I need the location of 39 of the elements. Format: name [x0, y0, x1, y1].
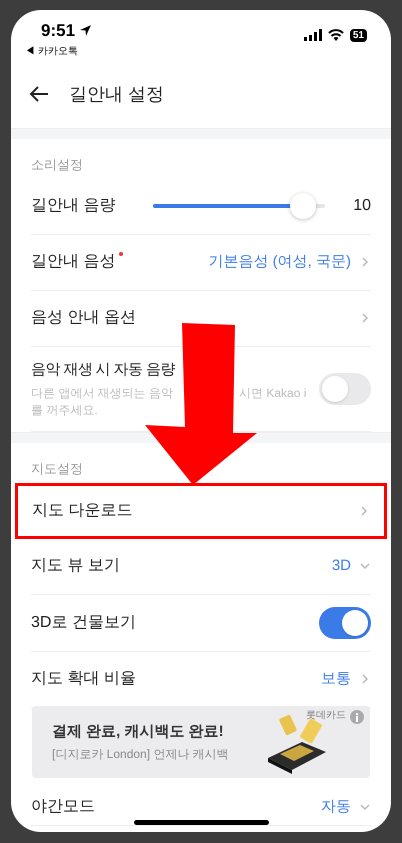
section-header: 지도설정 — [31, 460, 84, 478]
slider-thumb[interactable] — [290, 193, 316, 219]
setting-label: 지도 뷰 보기 — [31, 556, 120, 576]
ad-banner[interactable]: 결제 완료, 캐시백도 완료! [디지로카 London] 언제나 캐시백 롯데카드 — [32, 706, 370, 778]
setting-row[interactable]: 지도 다운로드 — [15, 482, 387, 538]
setting-label: 음성 안내 옵션 — [31, 308, 136, 328]
toggle-switch[interactable] — [319, 372, 371, 405]
setting-label: 지도 확대 비율 — [31, 669, 136, 689]
signal-icon — [304, 29, 322, 41]
battery-indicator: 51 — [350, 28, 367, 42]
setting-label: 3D로 건물보기 — [31, 612, 137, 632]
setting-label: 길안내 음량 — [31, 197, 116, 214]
back-arrow-icon[interactable] — [29, 85, 49, 103]
setting-label: 길안내 음성 — [31, 252, 116, 272]
ad-brand: 롯데카드 — [306, 709, 346, 723]
info-icon[interactable] — [350, 710, 364, 724]
setting-row[interactable]: 지도 뷰 보기 3D — [31, 538, 371, 594]
setting-value: 기본음성 (여성, 국문) — [208, 252, 351, 272]
toggle-switch[interactable] — [319, 606, 371, 638]
wifi-icon — [328, 29, 344, 41]
location-arrow-icon — [79, 24, 92, 38]
back-to-app-link[interactable]: ◀ 카카오톡 — [25, 44, 92, 58]
volume-slider[interactable] — [153, 192, 325, 220]
setting-value: 보통 — [321, 668, 351, 689]
setting-label: 음악 재생 시 자동 음량 — [31, 360, 176, 380]
setting-value: 3D — [332, 556, 351, 576]
status-time: 9:51 — [41, 20, 76, 42]
page-title: 길안내 설정 — [69, 82, 164, 106]
setting-label: 지도 다운로드 — [32, 500, 132, 520]
ad-subtitle: [디지로카 London] 언제나 캐시백 — [52, 746, 229, 764]
ad-title: 결제 완료, 캐시백도 완료! — [52, 722, 225, 742]
setting-description: 다른 앱에서 재생되는 음악 — [31, 385, 174, 402]
setting-row[interactable]: 길안내 음성 기본음성 (여성, 국문) — [31, 234, 371, 290]
setting-value: 자동 — [321, 796, 351, 817]
setting-description: 를 꺼주세요. — [31, 403, 98, 417]
section-header: 소리설정 — [31, 156, 84, 174]
volume-reading: 10 — [352, 196, 371, 216]
setting-label: 야간모드 — [31, 797, 95, 817]
setting-description: 시면 Kakao i — [239, 385, 306, 402]
